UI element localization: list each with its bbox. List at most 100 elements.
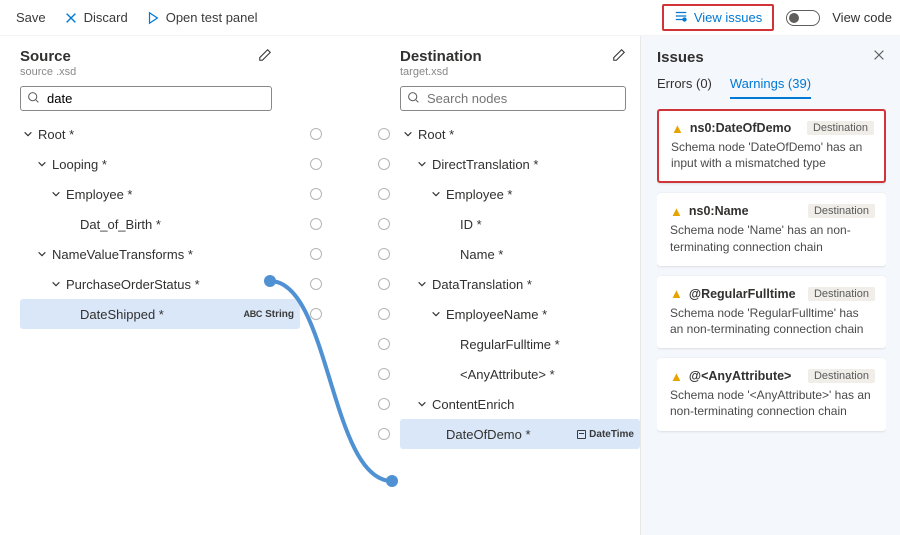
- issue-badge: Destination: [808, 204, 875, 218]
- tree-node[interactable]: PurchaseOrderStatus *: [20, 269, 300, 299]
- destination-edit-button[interactable]: [612, 48, 626, 65]
- connector-port[interactable]: [378, 248, 390, 260]
- tree-node[interactable]: DateShipped *ABCString: [20, 299, 300, 329]
- view-code-label: View code: [832, 10, 892, 25]
- save-button[interactable]: Save: [14, 6, 48, 29]
- issue-card[interactable]: ▲ ns0:DateOfDemo Destination Schema node 'D…: [657, 109, 886, 183]
- search-icon: [407, 91, 420, 107]
- chevron-down-icon[interactable]: [430, 309, 442, 319]
- source-search-input[interactable]: [45, 90, 265, 107]
- source-pane: Source source .xsd Root *Looping *Employ…: [0, 36, 300, 535]
- issues-title: Issues: [657, 49, 704, 66]
- view-issues-button[interactable]: View issues: [662, 4, 774, 31]
- node-label: NameValueTransforms *: [52, 247, 193, 262]
- chevron-down-icon[interactable]: [416, 159, 428, 169]
- destination-pane: Destination target.xsd Root *DirectTrans…: [400, 36, 640, 535]
- connector-port[interactable]: [378, 428, 390, 440]
- tree-node[interactable]: RegularFulltime *: [400, 329, 640, 359]
- destination-title: Destination: [400, 48, 482, 65]
- open-test-panel-label: Open test panel: [166, 10, 258, 25]
- source-edit-button[interactable]: [258, 48, 272, 65]
- issue-card-head: ▲@RegularFulltimeDestination: [670, 287, 875, 301]
- connector-port[interactable]: [378, 188, 390, 200]
- node-label: RegularFulltime *: [460, 337, 560, 352]
- tree-node[interactable]: ID *: [400, 209, 640, 239]
- tree-node[interactable]: Root *: [400, 119, 640, 149]
- issues-close-button[interactable]: [872, 48, 886, 66]
- issue-card-head: ▲ ns0:Name Destination: [670, 204, 875, 218]
- connector-port[interactable]: [378, 158, 390, 170]
- destination-head: Destination: [400, 48, 640, 65]
- tree-node[interactable]: Dat_of_Birth *: [20, 209, 300, 239]
- warning-icon: ▲: [671, 122, 684, 135]
- issue-badge: Destination: [808, 369, 875, 383]
- issue-card-head: ▲ ns0:DateOfDemo Destination: [671, 121, 874, 135]
- chevron-down-icon[interactable]: [416, 399, 428, 409]
- destination-search-input[interactable]: [425, 90, 619, 107]
- tree-node[interactable]: EmployeeName *: [400, 299, 640, 329]
- discard-icon: [64, 11, 78, 25]
- tree-node[interactable]: DirectTranslation *: [400, 149, 640, 179]
- open-test-panel-button[interactable]: Open test panel: [144, 6, 260, 29]
- node-label: DateOfDemo *: [446, 427, 531, 442]
- node-label: Employee *: [446, 187, 512, 202]
- tree-node[interactable]: <AnyAttribute> *: [400, 359, 640, 389]
- chevron-down-icon[interactable]: [50, 189, 62, 199]
- warning-icon: ▲: [670, 287, 683, 300]
- chevron-down-icon[interactable]: [36, 159, 48, 169]
- tree-node[interactable]: DateOfDemo * DateTime: [400, 419, 640, 449]
- destination-search[interactable]: [400, 86, 626, 111]
- chevron-down-icon[interactable]: [416, 279, 428, 289]
- tree-node[interactable]: ContentEnrich: [400, 389, 640, 419]
- chevron-down-icon[interactable]: [22, 129, 34, 139]
- node-label: Root *: [38, 127, 74, 142]
- tree-node[interactable]: Looping *: [20, 149, 300, 179]
- tree-node[interactable]: Employee *: [20, 179, 300, 209]
- warning-icon: ▲: [670, 370, 683, 383]
- issue-card[interactable]: ▲ns0:NameDestinationSchema node 'Name' h…: [657, 193, 886, 265]
- node-label: Looping *: [52, 157, 107, 172]
- tab-errors[interactable]: Errors (0): [657, 76, 712, 99]
- tab-warnings[interactable]: Warnings (39): [730, 76, 811, 99]
- tree-node[interactable]: NameValueTransforms *: [20, 239, 300, 269]
- source-subtitle: source .xsd: [20, 66, 300, 78]
- search-icon: [27, 91, 40, 107]
- chevron-down-icon[interactable]: [430, 189, 442, 199]
- issue-card[interactable]: ▲@RegularFulltimeDestinationSchema node …: [657, 276, 886, 348]
- chevron-down-icon[interactable]: [36, 249, 48, 259]
- toolbar: Save Discard Open test panel View issues…: [0, 0, 900, 36]
- connector-port[interactable]: [378, 338, 390, 350]
- main: Source source .xsd Root *Looping *Employ…: [0, 36, 900, 535]
- view-code-toggle[interactable]: [786, 10, 820, 26]
- connector-port[interactable]: [378, 128, 390, 140]
- issue-name: @RegularFulltime: [689, 287, 796, 301]
- toolbar-left: Save Discard Open test panel: [14, 6, 260, 29]
- tree-node[interactable]: Employee *: [400, 179, 640, 209]
- connector-port[interactable]: [378, 218, 390, 230]
- node-label: DirectTranslation *: [432, 157, 538, 172]
- connector-port[interactable]: [378, 368, 390, 380]
- issue-name: @<AnyAttribute>: [689, 369, 791, 383]
- node-label: Name *: [460, 247, 503, 262]
- issue-card[interactable]: ▲@<AnyAttribute>DestinationSchema node '…: [657, 358, 886, 430]
- issue-badge: Destination: [807, 121, 874, 135]
- connector-port[interactable]: [378, 278, 390, 290]
- view-issues-label: View issues: [694, 10, 762, 25]
- chevron-down-icon[interactable]: [402, 129, 414, 139]
- source-search[interactable]: [20, 86, 272, 111]
- issue-name: ns0:Name: [689, 204, 749, 218]
- tree-node[interactable]: DataTranslation *: [400, 269, 640, 299]
- connector-port[interactable]: [378, 398, 390, 410]
- connector-port[interactable]: [378, 308, 390, 320]
- type-badge: ABCString: [244, 309, 295, 320]
- issue-card-head: ▲ @<AnyAttribute> Destination: [670, 369, 875, 383]
- discard-button[interactable]: Discard: [62, 6, 130, 29]
- type-badge: DateTime: [577, 429, 634, 440]
- chevron-down-icon[interactable]: [50, 279, 62, 289]
- tree-node[interactable]: Root *: [20, 119, 300, 149]
- warning-icon: ▲: [670, 205, 683, 218]
- issue-name: ns0:DateOfDemo: [690, 121, 791, 135]
- node-label: Root *: [418, 127, 454, 142]
- tree-node[interactable]: Name *: [400, 239, 640, 269]
- issue-message: Schema node 'DateOfDemo' has an input wi…: [671, 139, 874, 171]
